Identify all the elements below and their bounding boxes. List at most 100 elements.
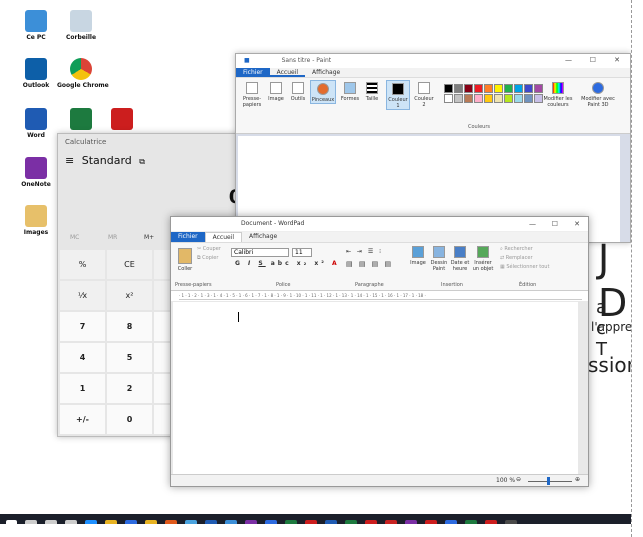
square-button[interactable]: x²: [107, 281, 152, 310]
taskbar-app-icon[interactable]: [485, 519, 497, 524]
taskbar-app-icon[interactable]: [65, 519, 77, 524]
color-swatch[interactable]: [484, 94, 493, 103]
taskbar-app-icon[interactable]: [425, 519, 437, 524]
color-swatch[interactable]: [464, 94, 473, 103]
taskbar-app-icon[interactable]: [25, 519, 37, 524]
desktop-icon-images[interactable]: Images: [12, 205, 60, 236]
replace-button[interactable]: ⇄ Remplacer: [500, 255, 533, 261]
color-swatch[interactable]: [524, 94, 533, 103]
shapes-button[interactable]: Formes: [339, 82, 361, 102]
taskbar-app-icon[interactable]: [505, 519, 517, 524]
find-button[interactable]: ⌕ Rechercher: [500, 246, 533, 252]
close-button[interactable]: ✕: [614, 56, 620, 64]
color-swatch[interactable]: [494, 84, 503, 93]
size-button[interactable]: Taille: [362, 82, 382, 102]
minimize-button[interactable]: —: [565, 56, 572, 64]
paint-drawing-button[interactable]: Dessin Paint: [429, 246, 449, 272]
negate-button[interactable]: +/-: [60, 405, 105, 434]
taskbar-app-icon[interactable]: [225, 519, 237, 524]
tab-view[interactable]: Affichage: [305, 68, 347, 77]
taskbar-app-icon[interactable]: [405, 519, 417, 524]
digit-7-button[interactable]: 7: [60, 312, 105, 341]
digit-4-button[interactable]: 4: [60, 343, 105, 372]
color-swatch[interactable]: [474, 94, 483, 103]
zoom-slider-thumb[interactable]: [547, 477, 550, 485]
color-swatch[interactable]: [444, 84, 453, 93]
zoom-in-icon[interactable]: ⊕: [575, 476, 580, 483]
color-swatch[interactable]: [514, 84, 523, 93]
edit-colors-button[interactable]: Modifier les couleurs: [541, 82, 575, 108]
taskbar-app-icon[interactable]: [85, 519, 97, 524]
digit-0-button[interactable]: 0: [107, 405, 152, 434]
taskbar-app-icon[interactable]: [45, 519, 57, 524]
maximize-button[interactable]: ☐: [590, 56, 596, 64]
brushes-button[interactable]: Pinceaux: [310, 80, 336, 104]
color-swatch[interactable]: [484, 84, 493, 93]
hamburger-icon[interactable]: ≡: [65, 154, 74, 167]
taskbar-app-icon[interactable]: [385, 519, 397, 524]
zoom-out-icon[interactable]: ⊖: [516, 476, 521, 483]
insert-object-button[interactable]: Insérer un objet: [471, 246, 495, 272]
font-format-buttons[interactable]: G I S abc x₂ x² A: [235, 260, 340, 267]
taskbar-app-icon[interactable]: [285, 519, 297, 524]
maximize-button[interactable]: ☐: [552, 220, 558, 228]
tab-home[interactable]: Accueil: [269, 68, 306, 77]
digit-5-button[interactable]: 5: [107, 343, 152, 372]
memory-recall-button[interactable]: MR: [108, 234, 117, 241]
taskbar-app-icon[interactable]: [345, 519, 357, 524]
reciprocal-button[interactable]: ¹⁄x: [60, 281, 105, 310]
font-family-select[interactable]: Calibri: [231, 248, 289, 257]
color-swatch[interactable]: [444, 94, 453, 103]
zoom-slider[interactable]: [528, 481, 572, 482]
date-time-button[interactable]: Date et heure: [450, 246, 470, 272]
taskbar-app-icon[interactable]: [365, 519, 377, 524]
cut-button[interactable]: ✂ Couper: [197, 246, 221, 252]
percent-button[interactable]: %: [60, 250, 105, 279]
tab-file[interactable]: Fichier: [236, 68, 270, 77]
color-swatch[interactable]: [524, 84, 533, 93]
desktop-icon-acrobat[interactable]: [98, 108, 146, 130]
taskbar-app-icon[interactable]: [165, 519, 177, 524]
taskbar-app-icon[interactable]: [465, 519, 477, 524]
tools-button[interactable]: Outils: [288, 82, 308, 102]
color-swatch[interactable]: [494, 94, 503, 103]
memory-add-button[interactable]: M+: [144, 234, 154, 241]
document-page[interactable]: [173, 302, 578, 477]
color-swatch[interactable]: [454, 84, 463, 93]
tab-home[interactable]: Accueil: [204, 232, 243, 242]
ruler[interactable]: · 1 · 1 · 2 · 1 · 3 · 1 · 4 · 1 · 5 · 1 …: [179, 293, 582, 300]
digit-2-button[interactable]: 2: [107, 374, 152, 403]
color-swatch[interactable]: [464, 84, 473, 93]
close-button[interactable]: ✕: [574, 220, 580, 228]
wordpad-window[interactable]: Document - WordPad — ☐ ✕ Fichier Accueil…: [170, 216, 589, 487]
clipboard-button[interactable]: Presse-papiers: [241, 82, 263, 108]
alignment-buttons[interactable]: ▤ ▤ ▤ ▤: [346, 260, 393, 268]
taskbar-app-icon[interactable]: [125, 519, 137, 524]
color-swatch[interactable]: [474, 84, 483, 93]
desktop-icon-outlook[interactable]: Outlook: [12, 58, 60, 89]
insert-image-button[interactable]: Image: [409, 246, 427, 266]
start-icon[interactable]: [6, 519, 17, 524]
copy-button[interactable]: ⧉ Copier: [197, 255, 218, 261]
image-button[interactable]: Image: [266, 82, 286, 102]
keep-on-top-icon[interactable]: ⧉: [139, 157, 145, 166]
taskbar-app-icon[interactable]: [105, 519, 117, 524]
paste-button[interactable]: Coller: [176, 248, 194, 272]
color-swatch[interactable]: [514, 94, 523, 103]
color2-button[interactable]: Couleur 2: [412, 82, 436, 108]
taskbar-app-icon[interactable]: [265, 519, 277, 524]
desktop-icon-recycle-bin[interactable]: Corbeille: [57, 10, 105, 41]
select-all-button[interactable]: ▦ Sélectionner tout: [500, 264, 549, 270]
desktop-icon-word[interactable]: Word: [12, 108, 60, 139]
taskbar-app-icon[interactable]: [245, 519, 257, 524]
taskbar-app-icon[interactable]: [205, 519, 217, 524]
tab-file[interactable]: Fichier: [171, 232, 205, 242]
paint3d-button[interactable]: Modifier avec Paint 3D: [580, 82, 616, 108]
taskbar-app-icon[interactable]: [325, 519, 337, 524]
minimize-button[interactable]: —: [529, 220, 536, 228]
desktop-icon-onenote[interactable]: OneNote: [12, 157, 60, 188]
color-swatch[interactable]: [454, 94, 463, 103]
font-size-select[interactable]: 11: [292, 248, 312, 257]
color-swatch[interactable]: [504, 94, 513, 103]
taskbar-app-icon[interactable]: [145, 519, 157, 524]
